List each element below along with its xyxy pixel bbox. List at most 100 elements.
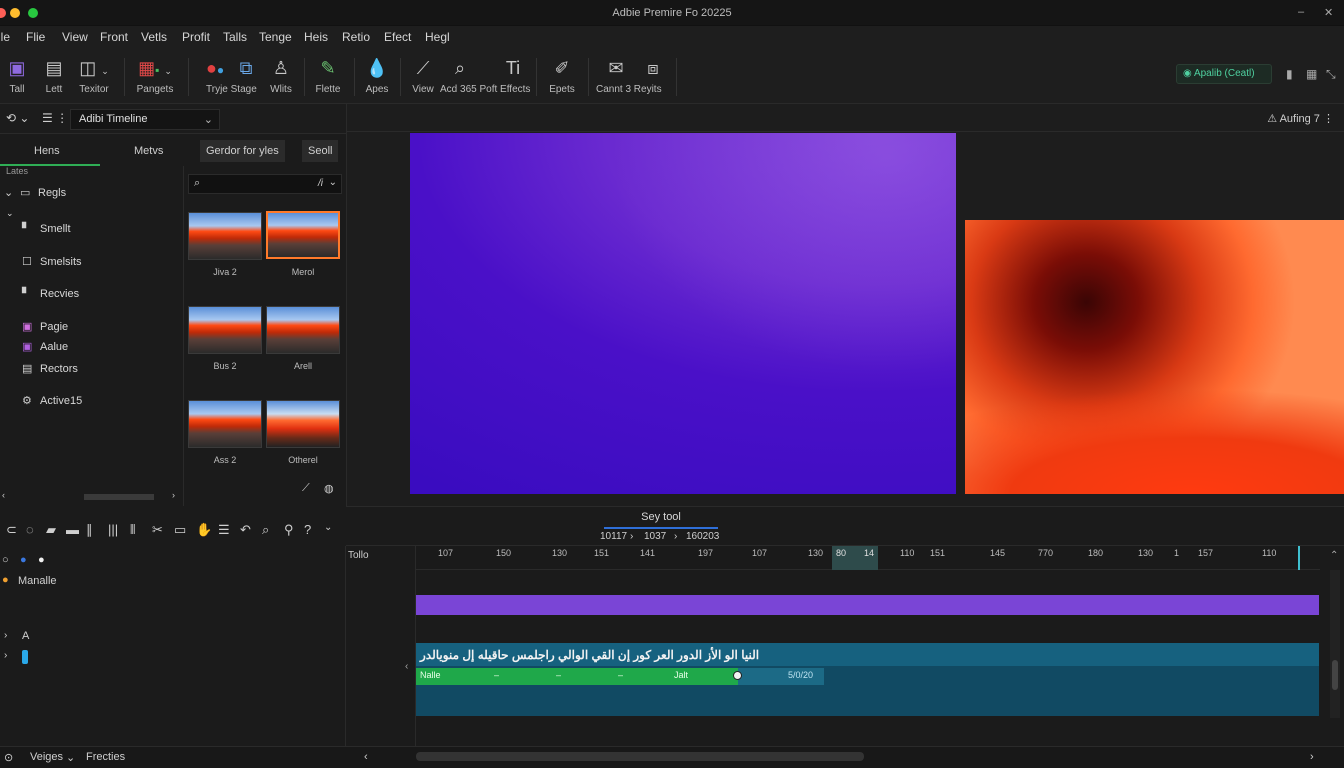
tool-wlits[interactable]: ♙ Wlits	[266, 56, 296, 95]
levels-icon[interactable]: ⫴	[130, 522, 135, 538]
timeline-ruler[interactable]: 107 150 130 151 141 197 107 130 80 14 11…	[416, 546, 1320, 570]
timeline-dropdown[interactable]: Adibi Timeline ⌄	[70, 109, 220, 130]
audio-level-indicator[interactable]	[22, 650, 28, 664]
chevron-right-icon[interactable]: ›	[4, 650, 7, 661]
menu-item-profit[interactable]: Profit	[182, 30, 210, 44]
chevron-down-icon[interactable]: ⌄	[324, 522, 332, 533]
keyframe-handle[interactable]	[733, 671, 742, 680]
playhead[interactable]	[1298, 546, 1300, 570]
grid-icon[interactable]: ▦	[1306, 67, 1317, 81]
tree-item-smellt[interactable]: ▘ Smellt	[22, 222, 71, 235]
help-icon[interactable]: ?	[304, 522, 311, 537]
close-icon[interactable]: ✕	[1324, 6, 1333, 19]
scroll-pill[interactable]: Seoll	[302, 140, 339, 162]
tool-view[interactable]: ⟋ View	[408, 56, 438, 95]
timeline-horizontal-scrollbar[interactable]	[416, 752, 864, 761]
razor-icon[interactable]: ✂	[152, 522, 163, 538]
loop-icon[interactable]: ◌	[26, 522, 34, 537]
list-view-icon[interactable]: ☰ ⋮	[42, 111, 68, 125]
tool-flette[interactable]: ✎ Flette	[312, 56, 344, 95]
audio-wave-icon[interactable]: ∥	[86, 522, 93, 538]
scrollbar-thumb[interactable]	[1332, 660, 1338, 690]
media-thumbnail[interactable]	[266, 306, 340, 354]
menu-item-tenge[interactable]: Tenge	[259, 30, 292, 44]
tree-item-pagie[interactable]: ▣ Pagie	[22, 320, 68, 333]
timeline-vertical-scrollbar[interactable]	[1330, 570, 1340, 718]
menu-item-front[interactable]: Front	[100, 30, 128, 44]
menu-item-file[interactable]: Flie	[26, 30, 45, 44]
hand-icon[interactable]: ✋	[196, 522, 212, 538]
chevron-right-icon[interactable]: ›	[4, 630, 7, 641]
tool-tryje-stage[interactable]: ●● Tryje Stage	[200, 56, 257, 95]
tree-item-smelsits[interactable]: ☐ Smelsits	[22, 255, 82, 268]
chevron-down-icon[interactable]: ⌄	[6, 208, 14, 219]
eye-icon[interactable]: ○	[2, 554, 9, 566]
scroll-right-icon[interactable]: ›	[172, 490, 175, 500]
tab-sequence[interactable]: Sey tool	[604, 511, 718, 523]
chevron-down-icon[interactable]: ⌄	[66, 751, 75, 764]
filter-pill[interactable]: Gerdor for yles	[200, 140, 285, 162]
status-item-veiges[interactable]: Veiges	[30, 751, 63, 763]
tree-scrollbar[interactable]	[84, 494, 154, 500]
media-thumbnail[interactable]	[188, 212, 262, 260]
menu-item-heis[interactable]: Heis	[304, 30, 328, 44]
tree-item-recvies[interactable]: ▘ Recvies	[22, 287, 79, 300]
tool-tall[interactable]: ▣ Tall	[4, 56, 30, 95]
caption-icon[interactable]: ▭	[174, 522, 186, 538]
tool-lett[interactable]: ▤ Lett	[40, 56, 68, 95]
zoom-icon[interactable]: ⌕	[262, 522, 269, 538]
scroll-left-icon[interactable]: ‹	[364, 751, 368, 763]
sync-icon[interactable]: ⟲ ⌄	[6, 111, 29, 125]
tree-item-rectors[interactable]: ▤ Rectors	[22, 362, 78, 375]
tree-item-active15[interactable]: ⚙ Active15	[22, 394, 82, 407]
tool-epets[interactable]: ✐ Epets	[544, 56, 580, 95]
workspace-badge[interactable]: ◉ Apalib (Ceatl)	[1176, 64, 1272, 84]
scroll-left-icon[interactable]: ‹	[2, 490, 5, 500]
menu-item-hegl[interactable]: Hegl	[425, 30, 450, 44]
menu-item-view[interactable]: View	[62, 30, 88, 44]
program-monitor-frame[interactable]	[965, 220, 1344, 494]
menu-item-talls[interactable]: Talls	[223, 30, 247, 44]
marker-icon[interactable]: ▬	[66, 522, 79, 537]
view-icon[interactable]: ⊙	[4, 751, 13, 764]
collapse-icon[interactable]: ⤡	[1326, 67, 1336, 82]
lock-icon[interactable]: ▰	[46, 522, 56, 538]
menu-item-file-partial[interactable]: ile	[0, 30, 10, 44]
menu-item-vetls[interactable]: Vetls	[141, 30, 167, 44]
media-thumbnail[interactable]	[188, 306, 262, 354]
tool-results[interactable]: ✉ Cannt 3 Reyits	[596, 56, 662, 95]
menu-icon[interactable]: ☰	[218, 522, 230, 538]
status-item-frecties[interactable]: Frecties	[86, 751, 125, 763]
scroll-right-icon[interactable]: ›	[1310, 751, 1314, 763]
bookmark-icon[interactable]: ▮	[1286, 67, 1293, 81]
tree-item-regls[interactable]: ⌄ ▭ Regls	[4, 186, 66, 199]
track-name[interactable]: Manalle	[18, 575, 57, 587]
pin-icon[interactable]: ⚲	[284, 522, 294, 538]
media-thumbnail[interactable]	[188, 400, 262, 448]
tool-text[interactable]: Ti	[500, 56, 526, 80]
trash-icon[interactable]: ◍	[324, 482, 334, 495]
tool-pangets[interactable]: ▦▪ ⌄ Pangets	[132, 56, 178, 95]
edit-icon[interactable]: ⟋	[302, 482, 310, 495]
snap-icon[interactable]: ⊂	[6, 522, 17, 538]
tool-post-effects[interactable]: ⌕ Acd 365 Poft Effects	[440, 56, 530, 95]
viewer-status[interactable]: ⚠ Aufing 7 ⋮	[1267, 112, 1334, 125]
minimize-icon[interactable]: –	[1298, 6, 1304, 18]
chevron-left-icon[interactable]: ‹	[405, 661, 408, 672]
menu-item-retio[interactable]: Retio	[342, 30, 370, 44]
chevron-up-icon[interactable]: ⌃	[1330, 550, 1338, 561]
track-color-dot[interactable]: ●	[20, 554, 27, 566]
undo-icon[interactable]: ↶	[240, 522, 251, 538]
tool-apes[interactable]: 💧 Apes	[362, 56, 392, 95]
tree-item-aalue[interactable]: ▣ Aalue	[22, 340, 68, 353]
tool-frame-tag[interactable]: ⧉	[234, 56, 258, 80]
media-thumbnail-selected[interactable]	[266, 211, 340, 259]
source-monitor-frame[interactable]	[410, 133, 956, 494]
tab-hens[interactable]: Hens	[34, 145, 60, 157]
media-thumbnail[interactable]	[266, 400, 340, 448]
bars-icon[interactable]: |||	[108, 522, 118, 537]
tab-metvs[interactable]: Metvs	[134, 145, 163, 157]
tool-texitor[interactable]: ◫ ⌄ Texitor	[74, 56, 114, 95]
media-search-input[interactable]: ⌕ /i ⌄	[188, 174, 342, 194]
video-clip[interactable]	[416, 595, 1319, 615]
